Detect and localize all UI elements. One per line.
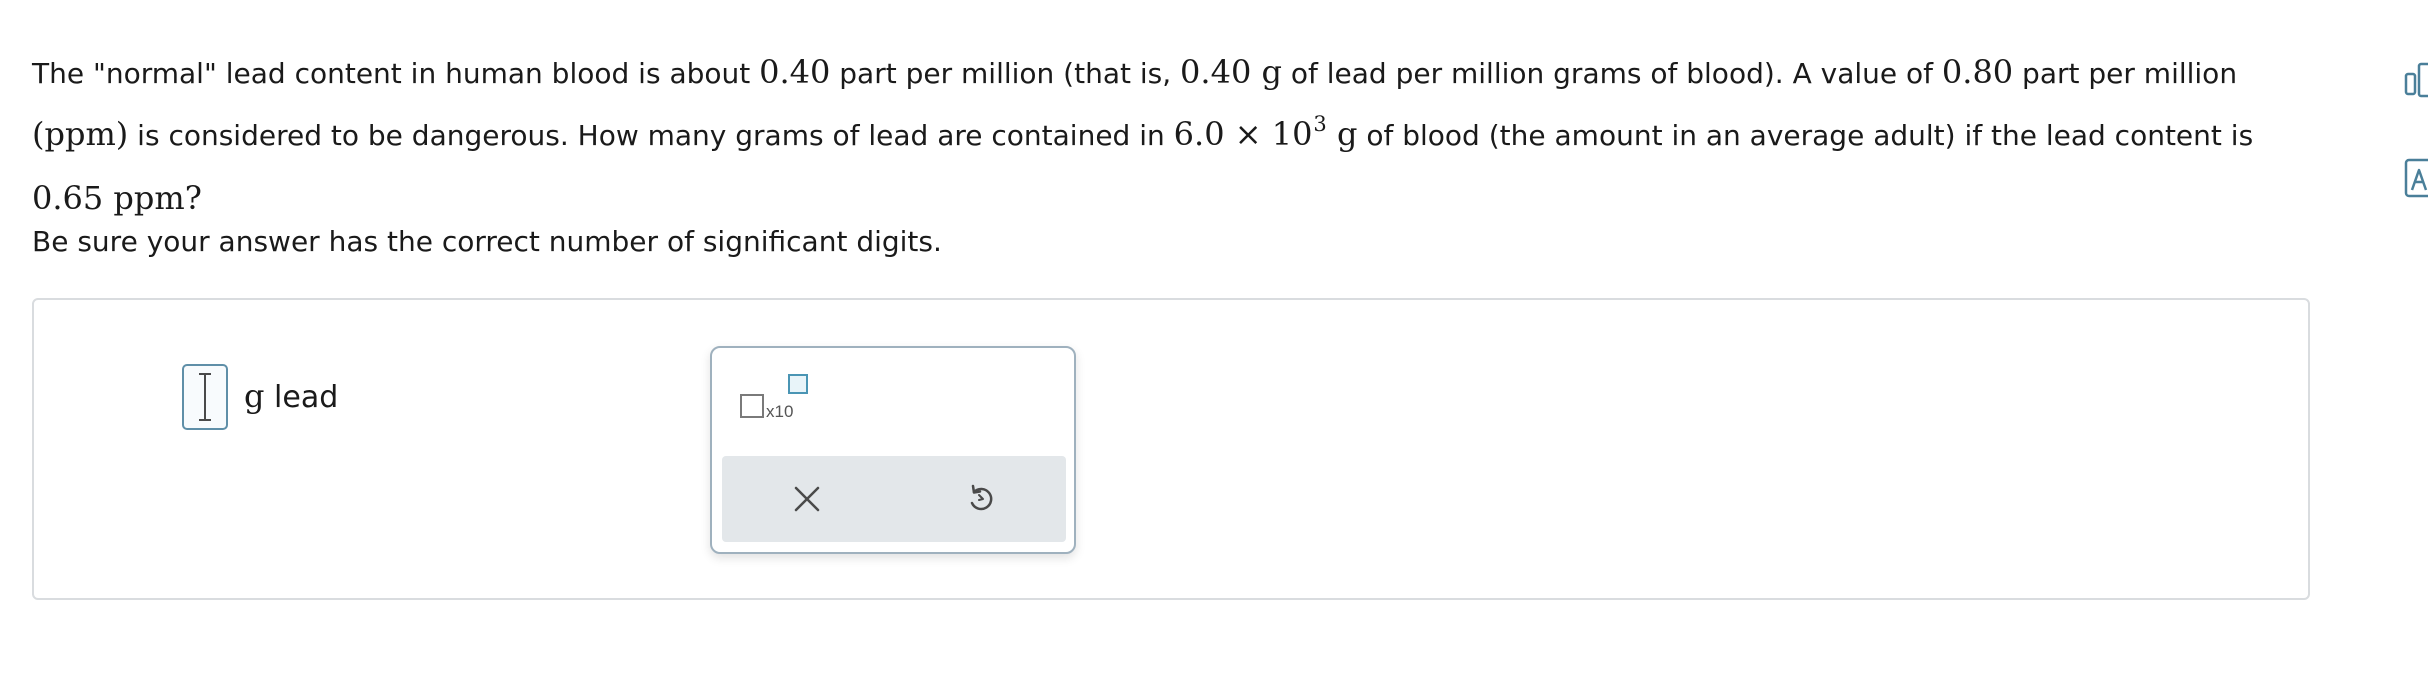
math-lead-grams: 0.40 g [1180, 53, 1282, 91]
periodic-table-icon [2404, 158, 2428, 198]
math-unit: g [1326, 115, 1358, 153]
math-ppm: (ppm) [32, 115, 129, 153]
scientific-notation-icon [740, 394, 764, 418]
x10-label: x10 [766, 402, 794, 421]
answer-panel: g lead x10 [32, 298, 2310, 600]
math-normal-lead: 0.40 [759, 53, 831, 91]
calculator-icon [2404, 62, 2428, 98]
problem-text: is considered to be dangerous. How many … [128, 119, 1174, 152]
text-cursor-icon [204, 374, 206, 420]
answer-input[interactable] [182, 364, 228, 430]
math-lead-content: 0.65 ppm? [32, 179, 202, 217]
math-exponent: 3 [1313, 112, 1327, 136]
math-blood-mass: 6.0 × 103 g [1173, 112, 1358, 153]
scientific-notation-button[interactable]: x10 [740, 374, 810, 424]
math-dangerous-level: 0.80 [1941, 53, 2014, 91]
unit-g: g [244, 377, 265, 415]
problem-text: part per million (that is, [830, 57, 1181, 90]
problem-text: of lead per million grams of blood). A v… [1281, 57, 1942, 90]
problem-text: of blood (the amount in an average adult… [1357, 119, 2254, 152]
answer-unit: g lead [244, 376, 338, 418]
clear-button[interactable] [782, 474, 832, 524]
palette-action-bar [722, 456, 1066, 542]
undo-button[interactable] [956, 474, 1006, 524]
instruction-text: Be sure your answer has the correct numb… [32, 225, 942, 258]
side-tools [2404, 60, 2428, 220]
math-palette: x10 [710, 346, 1076, 554]
problem-text: part per million [2013, 57, 2238, 90]
undo-icon [970, 484, 993, 511]
close-x-icon [794, 486, 820, 512]
calculator-button[interactable] [2404, 60, 2428, 104]
periodic-table-button[interactable] [2404, 156, 2428, 200]
problem-text: The "normal" lead content in human blood… [32, 57, 760, 90]
exponent-box-icon [788, 374, 808, 394]
unit-lead: lead [264, 380, 339, 415]
problem-statement: The "normal" lead content in human blood… [32, 42, 2262, 230]
text-cursor-icon [199, 419, 211, 421]
math-mantissa: 6.0 × 10 [1173, 115, 1313, 153]
